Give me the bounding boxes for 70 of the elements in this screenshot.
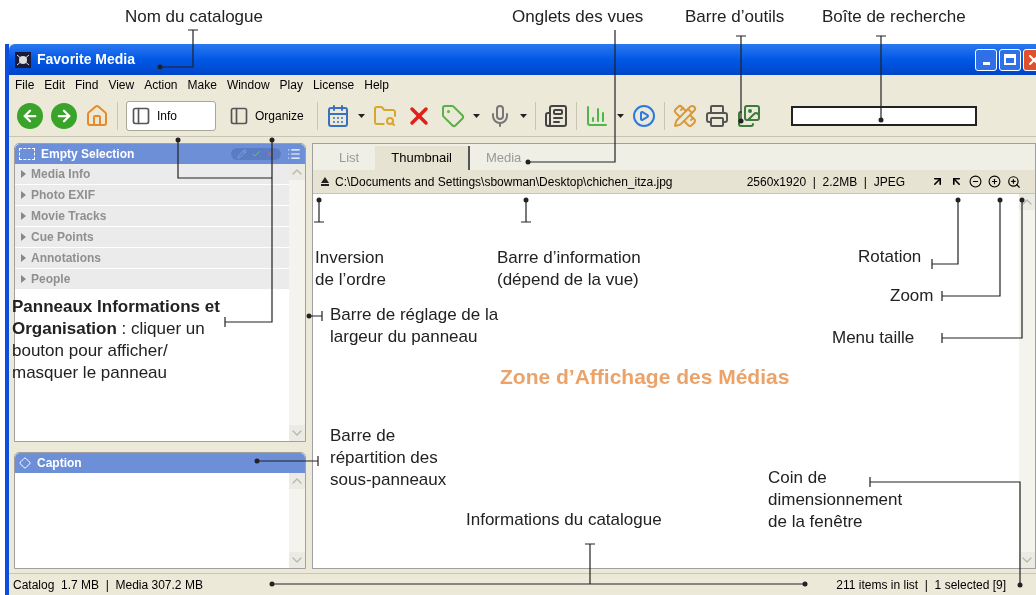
panel-icon [131, 105, 151, 126]
callout-text: Coin de dimensionnement de la fenêtre [768, 467, 903, 533]
callout-text: Boîte de recherche [822, 6, 966, 28]
leader-line [254, 455, 319, 467]
forward-icon[interactable] [51, 102, 77, 129]
callout-text: Barre d’outils [685, 6, 785, 28]
zoom-out-icon[interactable] [969, 175, 982, 188]
leader-line [157, 29, 199, 70]
callout-text: Onglets des vues [512, 6, 644, 28]
panel-toggle-button[interactable]: Organize [224, 100, 309, 131]
caret-icon[interactable] [472, 113, 480, 118]
leader-line [313, 197, 325, 223]
view-tab[interactable]: Thumbnail [375, 146, 470, 170]
panel-icon [229, 105, 249, 126]
leader-line [520, 197, 532, 223]
callout-text: Barre d’information (dépend de la vue) [497, 247, 641, 291]
callout-text: Menu taille [832, 327, 915, 349]
bar-chart-icon[interactable] [584, 103, 609, 128]
calendar-icon[interactable] [325, 103, 350, 128]
rotate-left-icon[interactable] [950, 175, 963, 188]
callout-text: Rotation [858, 246, 922, 268]
catalog-info: Catalog 1.7 MB | Media 307.2 MB [13, 576, 203, 594]
slides-icon[interactable] [736, 103, 761, 128]
menu-item[interactable]: Action [144, 76, 178, 94]
panel-title: Empty Selection [41, 146, 135, 163]
zoom-in-icon[interactable] [988, 175, 1001, 188]
callout-text: Inversion de l’ordre [315, 247, 386, 291]
size-menu-icon[interactable] [1007, 174, 1021, 189]
menu-item[interactable]: Edit [44, 76, 66, 94]
callout-text: Informations du catalogue [466, 509, 662, 531]
maximize-button[interactable] [999, 48, 1021, 71]
minimize-button[interactable] [975, 48, 997, 71]
file-details: 2560x1920 | 2.2MB | JPEG [746, 173, 905, 191]
menu-item[interactable]: Window [226, 76, 270, 94]
play-icon[interactable] [631, 103, 656, 128]
leader-line [306, 310, 323, 322]
diamond-icon [19, 457, 31, 469]
print-icon[interactable] [704, 103, 729, 128]
home-icon[interactable] [85, 103, 109, 128]
caret-icon[interactable] [616, 113, 624, 118]
menu-item[interactable]: License [312, 76, 355, 94]
callout-text: Nom du catalogue [125, 6, 263, 28]
tag-icon[interactable] [440, 103, 465, 128]
menu-item[interactable]: View [108, 76, 135, 94]
search-field[interactable] [790, 105, 977, 126]
app-logo-icon [15, 51, 31, 68]
back-icon[interactable] [17, 102, 43, 129]
caret-icon[interactable] [519, 113, 527, 118]
callout-text: Zoom [890, 285, 934, 307]
file-path: C:\Documents and Settings\sbowman\Desktop\chichen_itza.jpg [335, 173, 673, 191]
list-icon[interactable] [287, 147, 301, 161]
menu-item[interactable]: Find [75, 76, 99, 94]
zone-label: Zone d’Affichage des Médias [500, 364, 790, 390]
menu-item[interactable]: File [15, 76, 35, 94]
rotate-right-icon[interactable] [931, 175, 944, 188]
menu-item[interactable]: Play [279, 76, 303, 94]
callout-text: Panneaux Informations et Organisation : cliquer un bouton pour afficher/ masquer le panneau [12, 296, 221, 384]
panel-toggle-button[interactable]: Info [126, 100, 216, 131]
menu-item[interactable]: Make [187, 76, 217, 94]
selection-icon [19, 148, 35, 160]
text-card-icon[interactable] [543, 103, 568, 128]
selection-info: 211 items in list | 1 selected [9] [836, 576, 1006, 594]
window-title: Favorite Media [37, 50, 136, 69]
sort-icon[interactable] [321, 177, 329, 186]
callout-text: Barre de réglage de la largeur du panneau [330, 304, 499, 348]
callout-text: Barre de répartition des sous-panneaux [330, 425, 447, 491]
ruler-pencil-icon[interactable] [672, 103, 697, 128]
menu-item[interactable]: Help [364, 76, 389, 94]
panel-title: Caption [37, 455, 82, 472]
caret-icon[interactable] [357, 113, 365, 118]
